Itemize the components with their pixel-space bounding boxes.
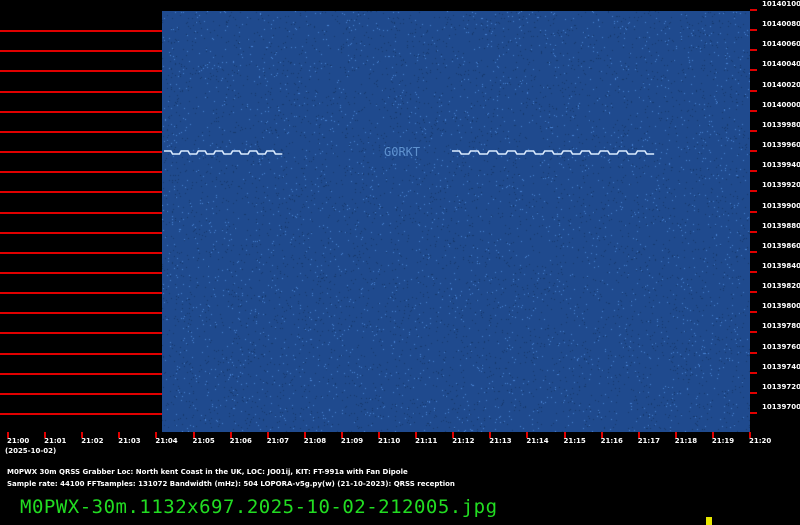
frequency-tick bbox=[750, 190, 757, 193]
time-label: 21:16 bbox=[600, 437, 623, 445]
frequency-tick bbox=[750, 170, 757, 173]
frequency-tick bbox=[750, 391, 757, 394]
frequency-tick bbox=[750, 311, 757, 314]
spectrogram-waterfall[interactable]: G0RKT bbox=[162, 11, 750, 432]
frequency-label: 10139720 bbox=[762, 382, 800, 391]
time-label: 21:11 bbox=[415, 437, 438, 445]
reference-line bbox=[0, 392, 162, 395]
time-label: 21:19 bbox=[711, 437, 735, 445]
frequency-tick bbox=[750, 230, 757, 233]
frequency-label: 10139700 bbox=[762, 403, 800, 411]
time-label: 21:12 bbox=[452, 437, 475, 445]
time-axis: (2025-10-02) 21:00 21:01 21:02 21:03 21:04 21… bbox=[0, 432, 800, 460]
frequency-label: 10139920 bbox=[762, 181, 800, 190]
frequency-label: 10139980 bbox=[762, 120, 800, 129]
reference-line bbox=[0, 110, 162, 113]
time-label: 21:07 bbox=[266, 437, 289, 445]
time-label: 21:15 bbox=[563, 437, 586, 445]
time-label: 21:09 bbox=[340, 437, 364, 445]
frequency-tick bbox=[750, 29, 757, 32]
time-label: 21:08 bbox=[303, 437, 327, 445]
signal-traces: G0RKT bbox=[164, 145, 655, 159]
reference-line bbox=[0, 151, 162, 154]
corner-marker bbox=[706, 517, 712, 525]
frequency-tick bbox=[750, 49, 757, 52]
station-info: M0PWX 30m QRSS Grabber Loc: North kent C… bbox=[7, 468, 408, 476]
reference-line bbox=[0, 332, 162, 335]
frequency-label: 10139900 bbox=[762, 201, 800, 210]
frequency-label: 10139960 bbox=[762, 141, 800, 150]
time-label: 21:01 bbox=[44, 437, 67, 445]
frequency-label: 10140060 bbox=[762, 40, 800, 49]
date-label: (2025-10-02) bbox=[5, 447, 57, 455]
time-label: 21:18 bbox=[674, 437, 698, 445]
time-label: 21:06 bbox=[229, 437, 252, 445]
time-label: 21:05 bbox=[192, 437, 215, 445]
frequency-label: 10139780 bbox=[762, 322, 800, 331]
time-label: 21:04 bbox=[155, 437, 178, 445]
time-label: 21:00 bbox=[7, 437, 30, 445]
time-label: 21:13 bbox=[489, 437, 512, 445]
frequency-label: 10140000 bbox=[762, 100, 800, 109]
frequency-label: 10140100 bbox=[762, 0, 800, 8]
frequency-label: 10140080 bbox=[762, 20, 800, 29]
frequency-tick bbox=[750, 89, 757, 92]
frequency-label: 10139860 bbox=[762, 241, 800, 250]
frequency-label: 10139880 bbox=[762, 221, 800, 230]
reference-line bbox=[0, 413, 162, 415]
reference-line bbox=[0, 70, 162, 73]
frequency-axis: 10140100 10140080 10140060 10140040 10140020… bbox=[750, 0, 800, 440]
frequency-tick bbox=[750, 150, 757, 153]
reference-line bbox=[0, 292, 162, 295]
frequency-label: 10140040 bbox=[762, 60, 800, 69]
frequency-label: 10139940 bbox=[762, 161, 800, 170]
frequency-tick bbox=[750, 291, 757, 294]
reference-lines-panel bbox=[0, 0, 162, 432]
frequency-tick bbox=[750, 210, 757, 213]
reference-line bbox=[0, 130, 162, 133]
frequency-tick bbox=[750, 69, 757, 72]
frequency-tick bbox=[750, 250, 757, 253]
reference-line bbox=[0, 372, 162, 375]
reference-line bbox=[0, 30, 162, 33]
signal-ident-text: G0RKT bbox=[384, 145, 420, 159]
frequency-label: 10139800 bbox=[762, 302, 800, 311]
reference-line bbox=[0, 50, 162, 53]
time-label: 21:10 bbox=[378, 437, 401, 445]
time-label: 21:17 bbox=[637, 437, 660, 445]
time-label: 21:02 bbox=[81, 437, 104, 445]
frequency-tick bbox=[750, 9, 757, 11]
reference-line bbox=[0, 271, 162, 274]
signal-trace bbox=[452, 150, 655, 155]
reference-line bbox=[0, 171, 162, 174]
reference-line bbox=[0, 191, 162, 194]
time-label: 21:20 bbox=[749, 437, 772, 445]
frequency-tick bbox=[750, 371, 757, 374]
frequency-tick bbox=[750, 331, 757, 334]
frequency-label: 10139840 bbox=[762, 261, 800, 270]
receiver-settings: Sample rate: 44100 FFTsamples: 131072 Ba… bbox=[7, 480, 455, 488]
frequency-tick bbox=[750, 109, 757, 112]
reference-line bbox=[0, 90, 162, 93]
signal-trace bbox=[164, 150, 283, 155]
frequency-tick bbox=[750, 270, 757, 273]
frequency-label: 10139740 bbox=[762, 362, 800, 371]
frequency-tick bbox=[750, 412, 757, 414]
reference-line bbox=[0, 312, 162, 315]
reference-line bbox=[0, 251, 162, 254]
frequency-tick bbox=[750, 129, 757, 132]
reference-line bbox=[0, 352, 162, 355]
reference-line bbox=[0, 231, 162, 234]
time-label: 21:03 bbox=[118, 437, 141, 445]
reference-line bbox=[0, 211, 162, 214]
frequency-label: 10139760 bbox=[762, 342, 800, 351]
frequency-tick bbox=[750, 351, 757, 354]
frequency-label: 10139820 bbox=[762, 282, 800, 291]
image-filename: M0PWX-30m.1132x697.2025-10-02-212005.jpg bbox=[20, 496, 498, 518]
time-label: 21:14 bbox=[526, 437, 549, 445]
frequency-label: 10140020 bbox=[762, 80, 800, 89]
